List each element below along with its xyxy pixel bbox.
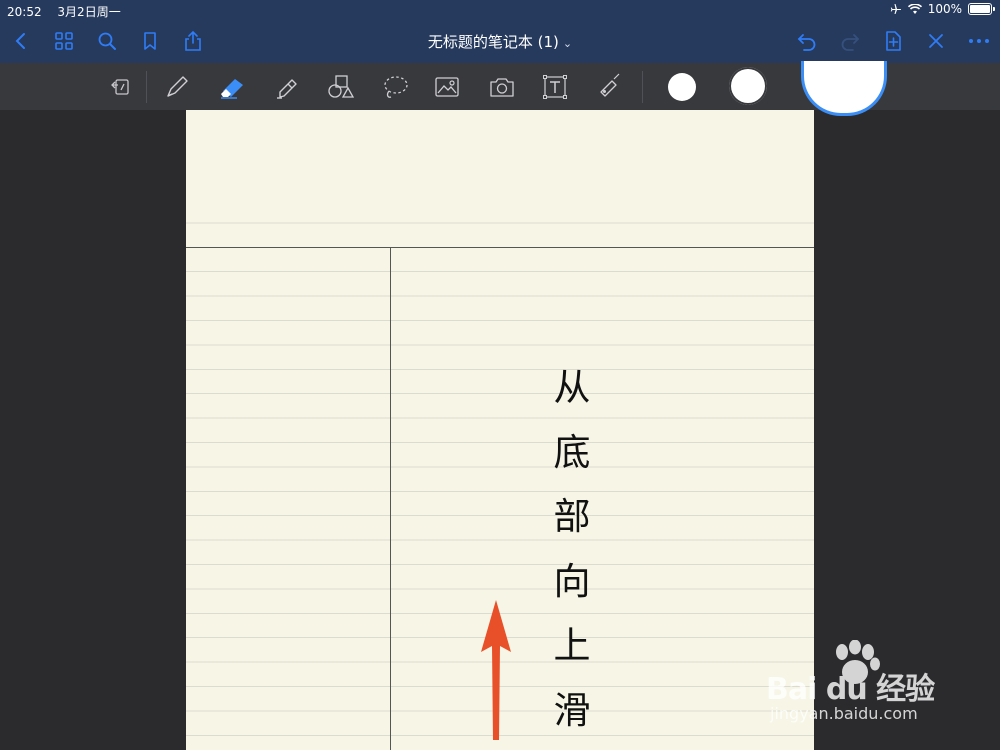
close-icon[interactable]	[923, 28, 949, 54]
shapes-icon[interactable]	[325, 71, 357, 103]
add-page-icon[interactable]	[880, 28, 906, 54]
drawing-toolbar	[0, 61, 1000, 116]
eraser-icon[interactable]	[216, 71, 248, 103]
pen-icon[interactable]	[161, 71, 193, 103]
eraser-size-medium[interactable]	[729, 67, 767, 105]
status-time: 20:52	[7, 5, 42, 19]
hint-char: 向	[553, 559, 591, 603]
status-bar: 20:52 3月2日周一 100%	[0, 0, 1000, 20]
status-date: 3月2日周一	[57, 5, 121, 19]
redo-icon[interactable]	[837, 28, 863, 54]
camera-icon[interactable]	[486, 71, 518, 103]
watermark-brand: Bai du 经验	[766, 672, 935, 707]
lasso-icon[interactable]	[379, 71, 411, 103]
image-icon[interactable]	[431, 71, 463, 103]
nav-bar: 无标题的笔记本 (1) ⌄	[0, 20, 1000, 63]
hint-char: 部	[553, 495, 591, 538]
header-divider	[186, 247, 814, 248]
eraser-size-small[interactable]	[668, 73, 696, 101]
highlighter-icon[interactable]	[271, 71, 303, 103]
page-header-area	[186, 110, 814, 198]
wifi-icon	[907, 3, 922, 14]
undo-icon[interactable]	[794, 28, 820, 54]
battery-icon	[968, 3, 995, 15]
hint-char: 滑	[553, 688, 591, 732]
hint-char: 从	[553, 366, 591, 409]
airplane-icon	[890, 4, 901, 14]
more-icon[interactable]	[966, 28, 992, 54]
battery-percent: 100%	[927, 2, 962, 16]
swipe-up-hint: 从 底 部 向 上 滑	[550, 356, 594, 743]
eraser-size-large[interactable]	[801, 61, 887, 116]
arrow-up-icon	[481, 600, 511, 740]
toolbar-divider	[146, 71, 147, 103]
toolbar-divider	[642, 71, 643, 103]
margin-divider	[390, 247, 391, 750]
laser-pointer-icon[interactable]	[593, 71, 625, 103]
text-icon[interactable]	[539, 71, 571, 103]
chevron-down-icon: ⌄	[562, 37, 573, 50]
hint-char: 上	[553, 624, 591, 667]
read-only-icon[interactable]	[104, 71, 136, 103]
notebook-page[interactable]: 从 底 部 向 上 滑	[186, 110, 814, 750]
watermark-url: jingyan.baidu.com	[770, 704, 918, 723]
notebook-title-label: 无标题的笔记本 (1)	[427, 33, 559, 51]
hint-char: 底	[553, 430, 591, 474]
watermark: Bai du 经验 jingyan.baidu.com	[766, 640, 966, 730]
